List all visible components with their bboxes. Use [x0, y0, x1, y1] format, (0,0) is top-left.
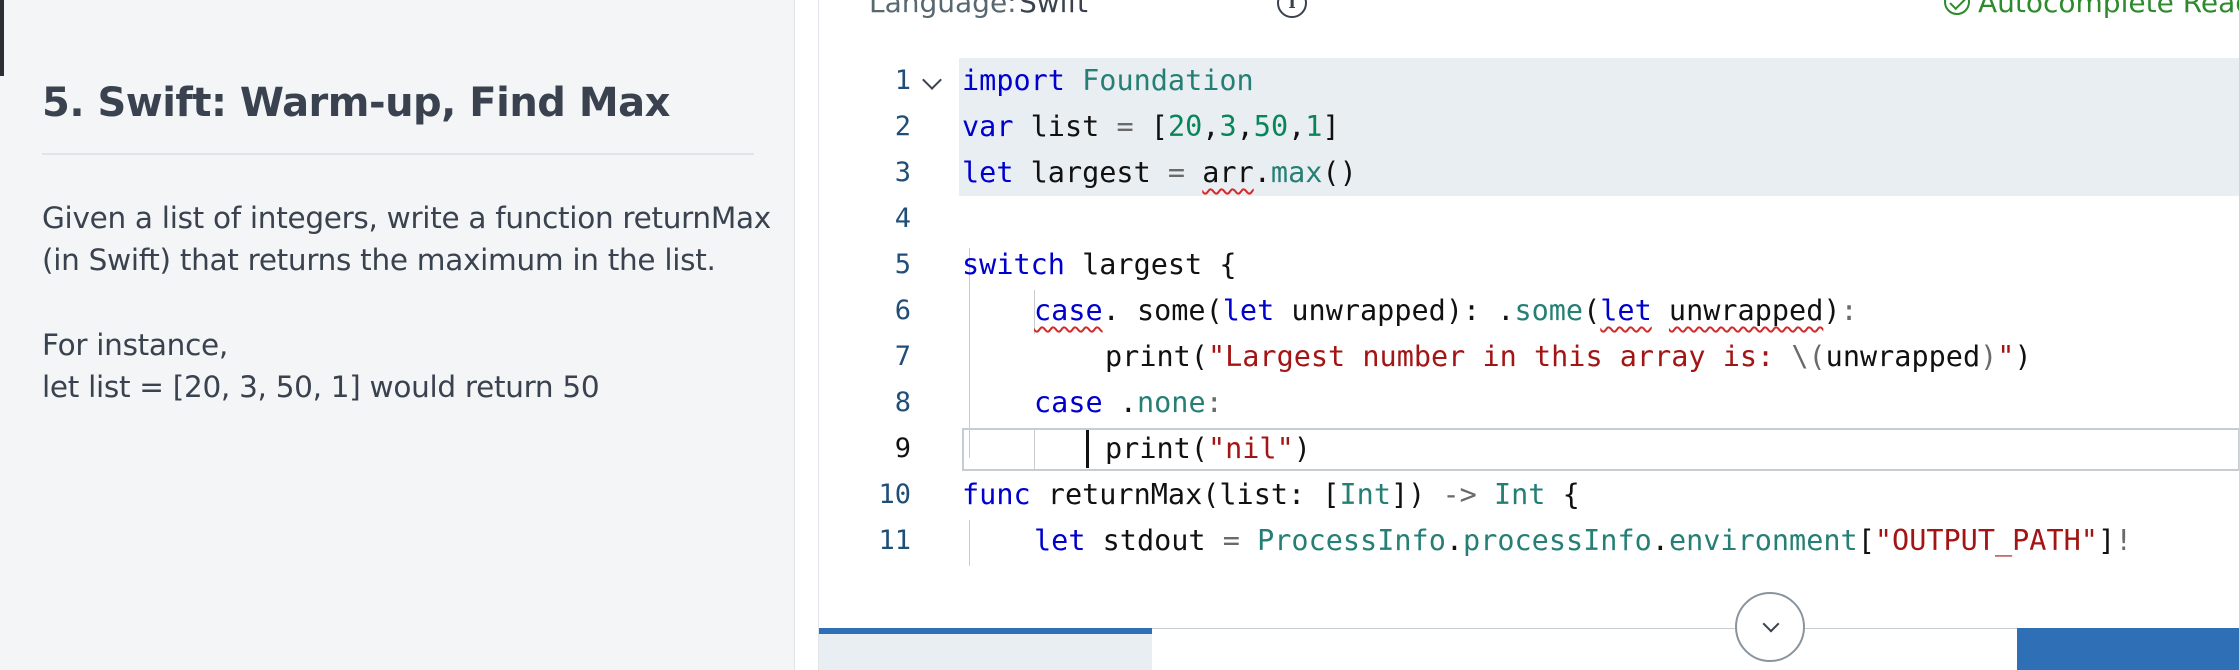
editor-header: Language: Swift i Autocomplete Ready: [819, 0, 2239, 58]
title-divider: [42, 153, 754, 155]
code-text[interactable]: switch largest {: [962, 242, 1237, 288]
problem-panel: 5. Swift: Warm-up, Find Max Given a list…: [0, 0, 795, 670]
code-text[interactable]: case .none:: [1034, 380, 1223, 426]
line-number: 1: [894, 65, 911, 96]
code-line: 10 func returnMax(list: [Int]) -> Int {: [819, 472, 2239, 518]
line-number: 2: [894, 111, 911, 142]
code-text[interactable]: print("nil"): [1105, 426, 1311, 472]
code-line: 11 let stdout = ProcessInfo.processInfo.…: [819, 518, 2239, 564]
line-number: 10: [878, 479, 911, 510]
code-editor[interactable]: 1 import Foundation 2 var list = [20,3,5…: [819, 58, 2239, 566]
expand-chevron-button[interactable]: [1735, 592, 1805, 662]
code-line: 3 let largest = arr.max(): [819, 150, 2239, 196]
footer-tab-active[interactable]: [819, 628, 1152, 670]
code-line: 7 print("Largest number in this array is…: [819, 334, 2239, 380]
line-number: 3: [894, 157, 911, 188]
problem-title: 5. Swift: Warm-up, Find Max: [42, 80, 670, 126]
code-text[interactable]: var list = [20,3,50,1]: [962, 104, 1340, 150]
autocomplete-status[interactable]: Autocomplete Ready: [1944, 0, 2239, 19]
footer-divider: [1152, 628, 2017, 670]
line-number: 5: [894, 249, 911, 280]
fold-chevron-icon[interactable]: [922, 70, 942, 90]
panel-accent-bar: [0, 0, 4, 76]
editor-footer-bar: [819, 628, 2239, 670]
line-number: 7: [894, 341, 911, 372]
line-number: 11: [878, 525, 911, 556]
code-text[interactable]: let stdout = ProcessInfo.processInfo.env…: [1034, 518, 2132, 564]
run-button-edge[interactable]: [2017, 628, 2239, 670]
editor-panel: Language: Swift i Autocomplete Ready 1 i…: [818, 0, 2239, 670]
code-line: 8 case .none:: [819, 380, 2239, 426]
code-text[interactable]: let largest = arr.max(): [962, 150, 1357, 196]
code-line: 4: [819, 196, 2239, 242]
code-line: 2 var list = [20,3,50,1]: [819, 104, 2239, 150]
problem-description-line-2: (in Swift) that returns the maximum in t…: [42, 243, 716, 277]
code-text[interactable]: case. some(let unwrapped): .some(let unw…: [1034, 288, 1858, 334]
code-line-active: 9 print("nil"): [819, 426, 2239, 472]
line-number: 4: [894, 203, 911, 234]
line-number: 9: [894, 433, 911, 464]
code-line: 5 switch largest {: [819, 242, 2239, 288]
line-number: 8: [894, 387, 911, 418]
autocomplete-status-label: Autocomplete Ready: [1978, 0, 2239, 19]
code-text[interactable]: import Foundation: [962, 58, 1254, 104]
code-line: 6 case. some(let unwrapped): .some(let u…: [819, 288, 2239, 334]
language-label: Language:: [869, 0, 1017, 19]
code-line: 1 import Foundation: [819, 58, 2239, 104]
check-circle-icon: [1944, 0, 1970, 15]
code-text[interactable]: func returnMax(list: [Int]) -> Int {: [962, 472, 1580, 518]
info-icon[interactable]: i: [1277, 0, 1307, 18]
language-select[interactable]: Swift: [1019, 0, 1088, 19]
line-number: 6: [894, 295, 911, 326]
code-text[interactable]: print("Largest number in this array is: …: [1105, 334, 2032, 380]
problem-description-line-1: Given a list of integers, write a functi…: [42, 201, 771, 235]
problem-example-line-1: For instance,: [42, 328, 228, 362]
problem-example-line-2: let list = [20, 3, 50, 1] would return 5…: [42, 370, 600, 404]
text-cursor: [1086, 430, 1089, 468]
